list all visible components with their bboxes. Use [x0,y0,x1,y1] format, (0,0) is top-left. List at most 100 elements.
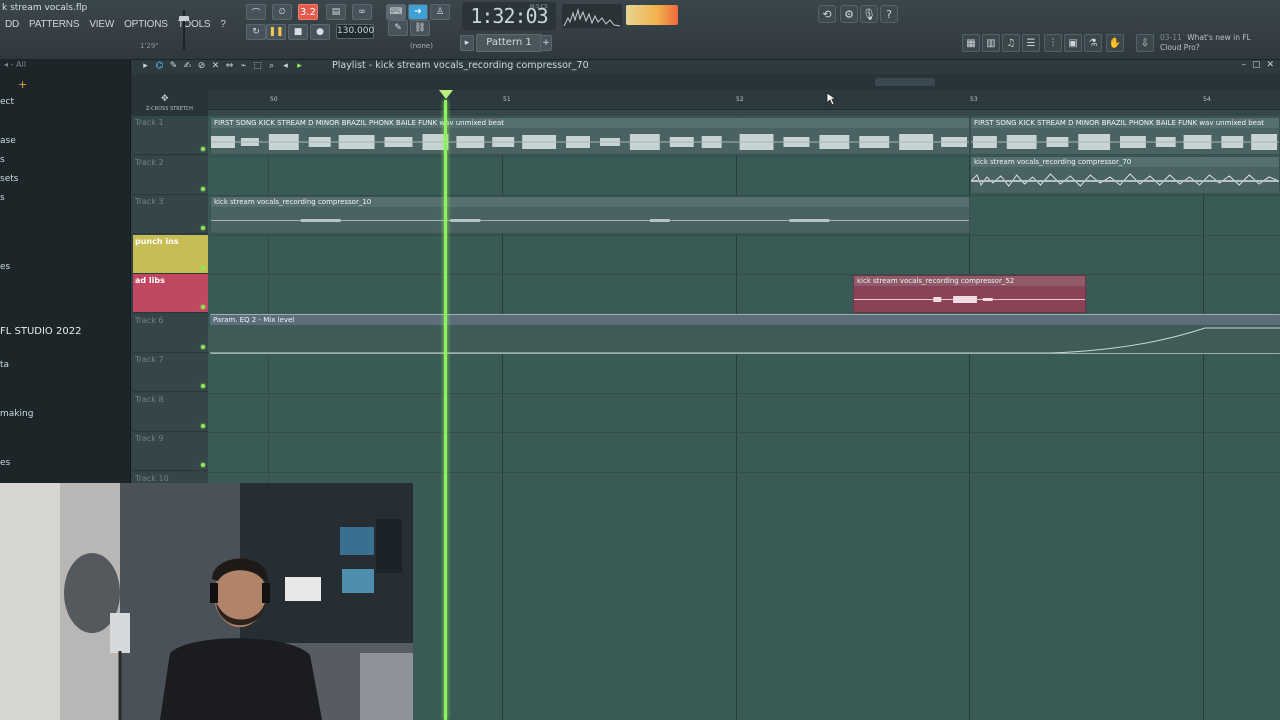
snap-link-icon[interactable]: ⛓ [410,20,430,36]
scrollbar-thumb[interactable] [875,78,935,86]
browser-icon[interactable]: ☰ [1022,34,1040,52]
news-panel[interactable]: 03-11 What's new in FL Cloud Pro? [1160,33,1270,53]
menu-options[interactable]: OPTIONS [119,19,173,30]
track-led-icon[interactable] [201,266,205,270]
metronome-icon[interactable]: ⌒ [246,4,266,20]
zoom-icon[interactable]: ⌕ [266,60,277,72]
automation-clip[interactable]: Param. EQ 2 - Mix level [210,314,1280,354]
audio-clip-vocals[interactable]: kick stream vocals_recording compressor_… [970,156,1280,194]
ruler-bar-label: 50 [270,96,278,103]
output-oscilloscope [562,4,622,28]
close-icon[interactable]: ✕ [1266,60,1274,70]
menu-file[interactable]: DD [0,19,24,30]
track-header[interactable]: Track 3 [133,195,208,234]
microphone-icon[interactable]: 🎙 [860,5,878,23]
menu-help[interactable]: ? [215,19,230,30]
browser-item[interactable]: making [0,409,33,419]
audio-clip-beat[interactable]: FIRST SONG KICK STREAM D MINOR BRAZIL PH… [210,117,970,155]
browser-filter[interactable]: ◂ - All [0,60,130,74]
browser-item[interactable]: s [0,193,5,203]
horizontal-scrollbar[interactable] [131,74,1280,90]
step-edit-icon[interactable]: ▤ [326,4,346,20]
track-header[interactable]: Track 7 [133,353,208,392]
select-icon[interactable]: ⬚ [252,60,263,72]
audio-settings-icon[interactable]: ⚙ [840,5,858,23]
track-header[interactable]: Track 6 [133,314,208,353]
audio-clip-ad-libs[interactable]: kick stream vocals_recording compressor_… [853,275,1086,313]
magnet-icon[interactable]: ⌬ [154,60,165,72]
track-header[interactable]: Track 9 [133,432,208,471]
track-led-icon[interactable] [201,226,205,230]
touch-controller-icon[interactable]: ✋ [1106,34,1124,52]
project-title: k stream vocals.flp [2,3,88,13]
timeline-ruler[interactable]: 50 51 52 53 54 [208,90,1280,110]
record-button[interactable]: ● [310,24,330,40]
menu-view[interactable]: VIEW [84,19,119,30]
track-header[interactable]: Track 8 [133,393,208,432]
pattern-left-arrow-icon[interactable]: ▸ [460,35,474,51]
track-led-icon[interactable] [201,147,205,151]
help-icon[interactable]: ? [880,5,898,23]
browser-item-fl-studio[interactable]: FL STUDIO 2022 [0,326,81,337]
track-header[interactable]: Track 2 [133,156,208,195]
undo-icon[interactable]: ⟲ [818,5,836,23]
pattern-song-toggle[interactable]: 3.2 [298,4,318,20]
typing-keyboard-icon[interactable]: ⌨ [386,4,406,20]
paint-icon[interactable]: ✍ [182,60,193,72]
track-led-icon[interactable] [201,463,205,467]
wait-input-icon[interactable]: ⏲ [272,4,292,20]
piano-roll-icon[interactable]: ♫ [1002,34,1020,52]
maximize-icon[interactable]: ▢ [1252,60,1261,70]
master-volume-slider[interactable] [176,6,192,54]
browser-item[interactable]: s [0,155,5,165]
playhead[interactable] [444,100,447,720]
mute-icon[interactable]: ✕ [210,60,221,72]
tempo-display[interactable]: 130.000 [336,24,374,39]
snap-selector[interactable]: (none) [410,42,433,50]
track-header[interactable]: Track 1 [133,116,208,155]
delete-icon[interactable]: ⊘ [196,60,207,72]
pattern-selector[interactable]: Pattern 1 [476,34,542,52]
plugin-icon[interactable]: ▣ [1064,34,1082,52]
plugin-picker-icon[interactable]: ⚗ [1084,34,1102,52]
play-pause-button[interactable]: ❚❚ [266,24,286,40]
pattern-arrow-icon[interactable]: ▸ [294,60,305,72]
slip-icon[interactable]: ⇔ [224,60,235,72]
audio-clip-vocals[interactable]: kick stream vocals_recording compressor_… [210,196,970,234]
channel-rack-icon[interactable]: ▥ [982,34,1000,52]
track-led-icon[interactable] [201,424,205,428]
track-led-icon[interactable] [201,187,205,191]
pencil-icon[interactable]: ✎ [168,60,179,72]
track-led-icon[interactable] [201,345,205,349]
step-forward-icon[interactable]: ➔ [408,4,428,20]
add-pattern-icon[interactable]: + [540,35,552,51]
browser-item[interactable]: sets [0,174,18,184]
playback-icon[interactable]: ◂ [280,60,291,72]
download-icon[interactable]: ⇩ [1136,34,1154,52]
track-led-icon[interactable] [201,305,205,309]
playhead-marker-icon[interactable] [439,90,453,99]
loop-icon[interactable]: ↻ [246,24,266,40]
track-header-punch-ins[interactable]: punch ins [133,235,208,274]
add-folder-icon[interactable]: + [18,78,27,91]
stop-button[interactable]: ■ [288,24,308,40]
slice-icon[interactable]: ⌁ [238,60,249,72]
menu-arrow-icon[interactable]: ▸ [140,60,151,72]
browser-item[interactable]: es [0,262,10,272]
move-icon[interactable]: ✥ [161,94,169,104]
playlist-view-icon[interactable]: ▦ [962,34,980,52]
menu-patterns[interactable]: PATTERNS [24,19,84,30]
browser-item[interactable]: ta [0,360,9,370]
browser-item[interactable]: ect [0,97,14,107]
browser-item[interactable]: es [0,458,10,468]
minimize-icon[interactable]: – [1241,60,1246,70]
audio-clip-beat[interactable]: FIRST SONG KICK STREAM D MINOR BRAZIL PH… [970,117,1280,155]
blend-notes-icon[interactable]: ♙ [430,4,450,20]
pencil-mode-icon[interactable]: ✎ [388,20,408,36]
ruler-bar-label: 54 [1203,96,1211,103]
loop-record-icon[interactable]: ∞ [352,4,372,20]
track-header-ad-libs[interactable]: ad libs [133,274,208,313]
mixer-icon[interactable]: ⫶ [1044,34,1062,52]
browser-item[interactable]: ase [0,136,16,146]
track-led-icon[interactable] [201,384,205,388]
